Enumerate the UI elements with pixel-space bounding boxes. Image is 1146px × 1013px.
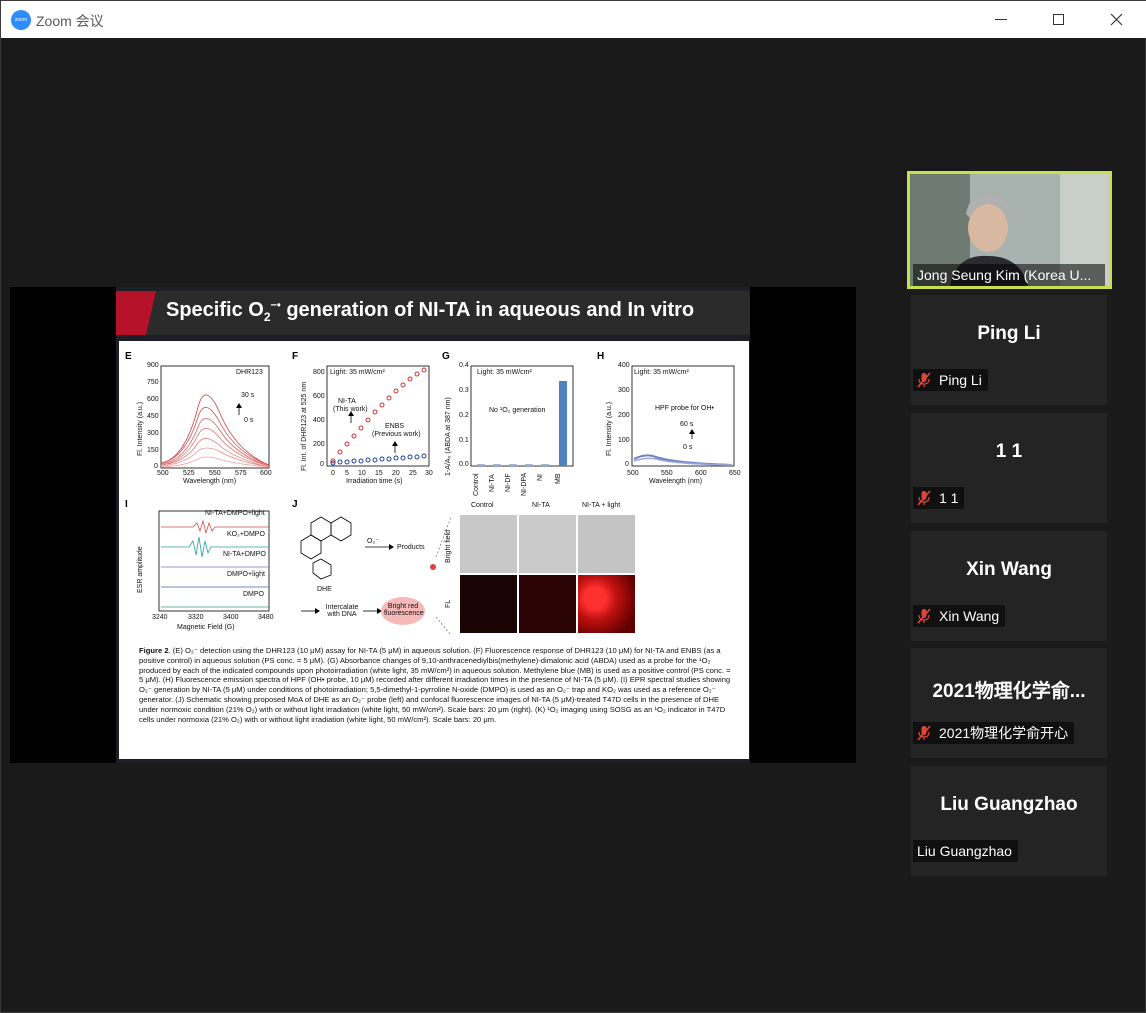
participant-tile-2021[interactable]: 2021物理化学俞... 2021物理化学俞开心 <box>911 648 1107 758</box>
panel-j-scheme <box>300 516 452 636</box>
mic-muted-icon <box>917 608 931 624</box>
panel-f-series1-line1: NI-TA <box>338 398 356 405</box>
participant-display-name: Liu Guangzhao <box>940 794 1078 815</box>
panel-j-row-2: FL <box>445 599 452 608</box>
panel-i-trace-2: KO₂+DMPO <box>227 531 265 538</box>
participant-name: Ping Li <box>939 372 982 388</box>
panel-e-xlabel: Wavelength (nm) <box>183 478 237 485</box>
panel-f-light: Light: 35 mW/cm² <box>330 369 385 376</box>
participant-name: 1 1 <box>939 490 959 506</box>
panel-h-annot-top: 60 s <box>680 421 694 428</box>
brightfield-light-image <box>578 515 635 573</box>
participant-display-name: Xin Wang <box>966 559 1052 580</box>
bar-control <box>477 464 485 466</box>
panel-j-col-2: NI-TA <box>532 502 550 509</box>
participant-video-tile[interactable]: Jong Seung Kim (Korea U... <box>907 171 1112 289</box>
bar-ni-ta <box>493 464 501 466</box>
participant-tile-1-1[interactable]: 1 1 1 1 <box>911 413 1107 523</box>
panel-e-box-label: DHR123 <box>236 369 263 376</box>
participant-name: 2021物理化学俞开心 <box>939 725 1069 741</box>
participant-label: 1 1 <box>913 487 965 509</box>
panel-i-xlabel: Magnetic Field (G) <box>177 624 235 631</box>
participant-display-name: Ping Li <box>977 323 1041 344</box>
mic-muted-icon <box>917 490 931 506</box>
panel-f-xlabel: Irradiation time (s) <box>346 478 403 485</box>
panel-e-annot-bottom: 0 s <box>244 417 254 424</box>
participant-tile-ping-li[interactable]: Ping Li Ping Li <box>911 295 1107 405</box>
panel-h-xlabel: Wavelength (nm) <box>649 478 703 485</box>
panel-f-ylabel: Fl. Int. of DHR123 at 525 nm <box>301 381 308 471</box>
participant-display-name: 2021物理化学俞... <box>932 681 1086 702</box>
participant-label: Ping Li <box>913 369 988 391</box>
title-bar: zoom Zoom 会议 <box>1 1 1146 38</box>
participant-label: Liu Guangzhao <box>913 840 1018 862</box>
panel-g-ylabel: 1-A/A₀ (ABDA at 387 nm) <box>445 397 452 476</box>
participant-name: Xin Wang <box>939 608 1000 624</box>
maximize-icon <box>1052 14 1064 25</box>
panel-i-trace-1: NI-TA+DMPO+light <box>205 510 265 517</box>
minimize-icon <box>995 19 1007 20</box>
panel-h-light: Light: 35 mW/cm² <box>634 369 689 376</box>
bar-ni <box>541 464 549 466</box>
mic-muted-icon <box>917 372 931 388</box>
panel-j-molecule: DHE <box>317 586 332 593</box>
panel-e-ylabel: Fl. Intensity (a.u.) <box>137 401 144 456</box>
maximize-button[interactable] <box>1035 1 1081 38</box>
participant-display-name: 1 1 <box>995 441 1023 462</box>
panel-j-bright: Bright red fluorescence <box>384 603 424 617</box>
panel-j-col-1: Control <box>471 502 494 509</box>
panel-j-intercalate: Intercalate with DNA <box>325 604 359 618</box>
figure-caption: Figure 2. (E) O₂⁻ detection using the DH… <box>139 646 731 724</box>
zoom-logo-icon: zoom <box>11 10 31 30</box>
participant-name: Liu Guangzhao <box>917 843 1012 859</box>
presentation-slide: Specific O2−• generation of NI-TA in aqu… <box>116 287 750 763</box>
panel-g-note: No ¹O₂ generation <box>489 407 546 414</box>
participant-name-label: Jong Seung Kim (Korea U... <box>913 264 1105 286</box>
close-button[interactable] <box>1093 1 1139 38</box>
panel-g-light: Light: 35 mW/cm² <box>477 369 532 376</box>
minimize-button[interactable] <box>978 1 1024 38</box>
panel-h-ylabel: Fl. Intensity (a.u.) <box>606 401 613 456</box>
panel-j-product: Products <box>397 544 425 551</box>
panel-j-col-3: NI-TA + light <box>582 502 621 509</box>
panel-i-trace-3: NI-TA+DMPO <box>223 551 266 558</box>
panel-f-series2-line1: ENBS <box>385 423 405 430</box>
panel-i-trace-5: DMPO <box>243 591 264 598</box>
fl-control-image <box>460 575 517 633</box>
panel-j-row-1: Bright field <box>445 529 452 563</box>
fl-nita-image <box>519 575 576 633</box>
panel-i-ylabel: ESR amplitude <box>137 546 144 593</box>
panel-i-chart <box>158 510 270 612</box>
participant-tile-xin-wang[interactable]: Xin Wang Xin Wang <box>911 531 1107 641</box>
brightfield-nita-image <box>519 515 576 573</box>
fl-light-image <box>578 575 635 633</box>
brightfield-control-image <box>460 515 517 573</box>
participant-label: 2021物理化学俞开心 <box>913 722 1075 744</box>
participant-tile-liu-guangzhao[interactable]: Liu Guangzhao Liu Guangzhao <box>911 766 1107 876</box>
close-icon <box>1110 13 1122 26</box>
paper-figure: E DHR123 30 s 0 s Fl. Intensity (a.u.) W… <box>119 341 749 759</box>
panel-h-note: HPF probe for OH• <box>655 405 714 412</box>
zoom-window: zoom Zoom 会议 Specific O2−• generation of… <box>0 0 1146 1013</box>
slide-title: Specific O2−• generation of NI-TA in aqu… <box>166 299 695 324</box>
bar-mb <box>559 381 567 466</box>
panel-j-reagent: O₂⁻ <box>367 538 379 545</box>
bar-ni-dpa <box>525 464 533 466</box>
panel-h-annot-bottom: 0 s <box>683 444 693 451</box>
panel-i-trace-4: DMPO+light <box>227 571 265 578</box>
panel-e-annot-top: 30 s <box>241 392 255 399</box>
shared-screen[interactable]: Specific O2−• generation of NI-TA in aqu… <box>10 287 856 763</box>
window-title: Zoom 会议 <box>36 13 104 29</box>
bar-ni-df <box>509 464 517 466</box>
panel-f-series2-line2: (Previous work) <box>372 431 421 438</box>
participant-label: Xin Wang <box>913 605 1006 627</box>
panel-f-series1-line2: (This work) <box>333 406 368 413</box>
mic-muted-icon <box>917 725 931 741</box>
